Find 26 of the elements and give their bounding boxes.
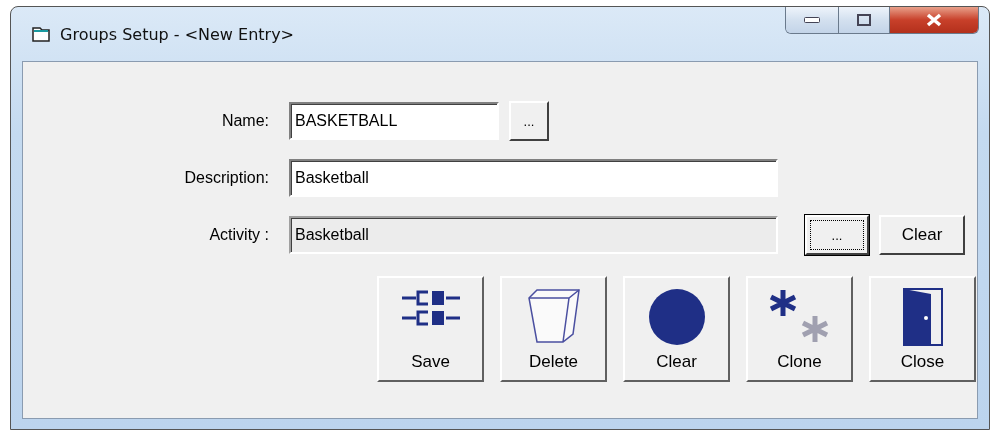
save-button[interactable]: Save (377, 276, 484, 382)
minimize-button[interactable] (786, 7, 838, 33)
browse-button[interactable]: ... (805, 215, 869, 255)
browse-button[interactable]: ... (509, 101, 549, 141)
close-icon (926, 13, 942, 27)
maximize-icon (857, 14, 871, 26)
connector-icon (401, 288, 460, 328)
maximize-button[interactable] (838, 7, 889, 33)
delete-button[interactable]: Delete (500, 276, 607, 382)
asterisks-icon (768, 288, 831, 344)
clear-button[interactable]: Clear (879, 215, 965, 255)
clone-button[interactable]: Clone (746, 276, 853, 382)
minimize-icon (804, 17, 820, 23)
close-button[interactable] (889, 7, 978, 33)
close-button[interactable]: Close (869, 276, 976, 382)
field-label: Description: (183, 169, 270, 187)
window-icon (32, 26, 52, 42)
field-label: Activity : (208, 226, 270, 244)
trash-bin-icon (526, 288, 581, 344)
field-label: Name: (220, 112, 270, 130)
input-field[interactable]: BASKETBALL (289, 102, 499, 140)
clear-button[interactable]: Clear (623, 276, 730, 382)
input-field[interactable]: Basketball (289, 159, 778, 197)
circle-icon (647, 288, 706, 346)
door-icon (902, 288, 943, 346)
window-title: Groups Setup - <New Entry> (60, 24, 294, 44)
